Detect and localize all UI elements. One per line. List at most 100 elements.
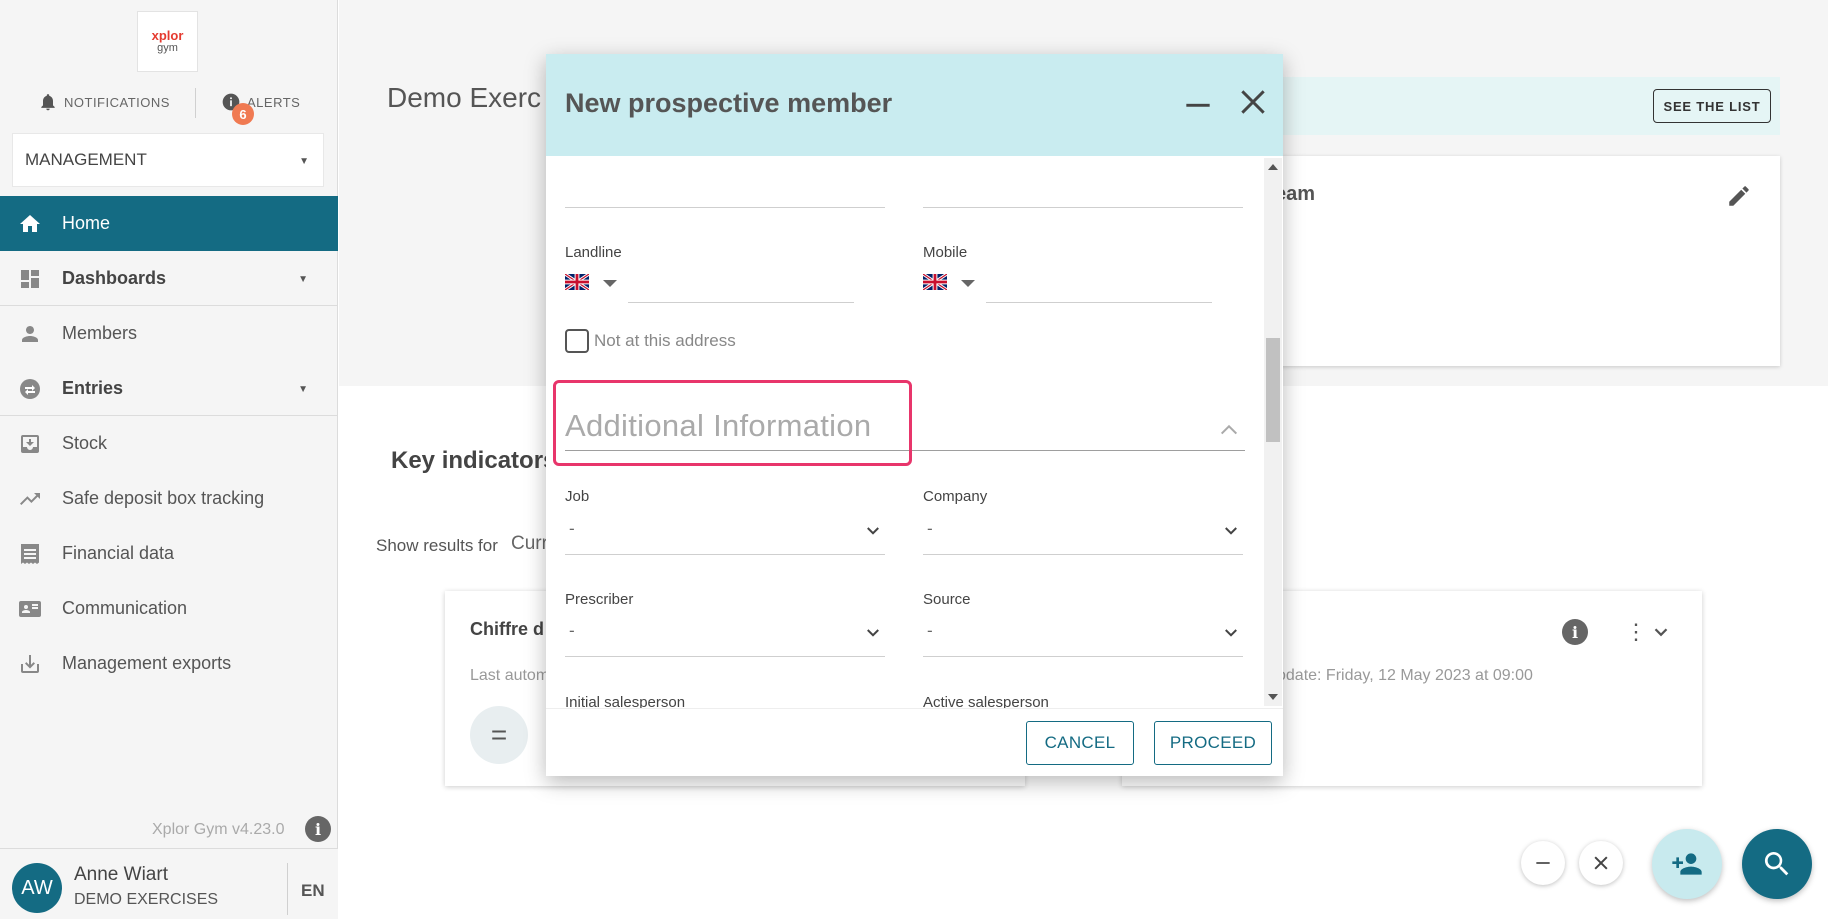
sidebar-item-financial[interactable]: Financial data	[0, 526, 338, 581]
sidebar-item-communication[interactable]: Communication	[0, 581, 338, 636]
pencil-icon[interactable]	[1726, 183, 1752, 209]
job-select[interactable]: -	[569, 519, 575, 539]
info-icon[interactable]: i	[1562, 619, 1588, 645]
contact-card-icon	[19, 601, 41, 617]
caret-down-icon[interactable]	[603, 280, 617, 287]
trending-icon	[20, 493, 40, 505]
user-bar-divider	[287, 863, 288, 915]
minimize-all-button[interactable]	[1521, 841, 1565, 885]
xplor-gym-logo[interactable]: xplor gym	[137, 11, 198, 72]
prescriber-underline	[565, 656, 885, 657]
download-icon	[21, 655, 39, 673]
user-name: Anne Wiart	[74, 864, 168, 885]
landline-label: Landline	[565, 244, 622, 261]
sidebar-item-exports[interactable]: Management exports	[0, 636, 338, 691]
notification-divider	[195, 88, 196, 118]
management-select[interactable]: MANAGEMENT ▼	[12, 133, 324, 187]
see-the-list-button[interactable]: SEE THE LIST	[1653, 89, 1771, 123]
uk-flag-icon[interactable]	[565, 274, 589, 290]
page-title: Demo Exerc	[387, 82, 542, 113]
field-underline	[565, 207, 885, 208]
sidebar-item-safe-deposit[interactable]: Safe deposit box tracking	[0, 471, 338, 526]
company-underline	[923, 554, 1243, 555]
search-icon	[1764, 852, 1789, 876]
search-button[interactable]	[1742, 829, 1812, 899]
proceed-button[interactable]: PROCEED	[1154, 721, 1272, 765]
add-member-button[interactable]	[1652, 829, 1722, 899]
modal-header: New prospective member	[546, 54, 1283, 156]
prescriber-select[interactable]: -	[569, 621, 575, 641]
modal-scrollbar-thumb[interactable]	[1266, 338, 1280, 442]
minus-icon	[1536, 862, 1550, 864]
sidebar-item-dashboards[interactable]: Dashboards ▼	[0, 251, 338, 306]
not-at-address-checkbox[interactable]	[565, 329, 589, 353]
user-bar: AW Anne Wiart DEMO EXERCISES EN	[0, 848, 338, 919]
sidebar-item-stock[interactable]: Stock	[0, 416, 338, 471]
close-all-button[interactable]	[1579, 841, 1623, 885]
indicator-card-subtitle: odate: Friday, 12 May 2023 at 09:00	[1277, 667, 1533, 684]
job-underline	[565, 554, 885, 555]
sidebar-nav: Home Dashboards ▼ Members Entries ▼ Stoc…	[0, 196, 338, 691]
home-icon	[20, 215, 40, 232]
chevron-down-icon[interactable]	[864, 626, 882, 640]
entries-icon	[20, 379, 40, 399]
minimize-icon[interactable]	[1184, 91, 1212, 119]
scroll-down-arrow-icon[interactable]	[1268, 694, 1278, 700]
source-label: Source	[923, 591, 971, 608]
mobile-label: Mobile	[923, 244, 968, 261]
job-label: Job	[565, 488, 590, 505]
dashboard-icon	[21, 270, 39, 288]
user-organization: DEMO EXERCISES	[74, 891, 219, 908]
alerts-label: ALERTS	[247, 94, 301, 110]
not-at-address-label: Not at this address	[594, 331, 736, 350]
logo-text-gym: gym	[157, 42, 178, 54]
language-switch[interactable]: EN	[301, 881, 325, 901]
sidebar-item-label: Stock	[62, 433, 108, 453]
person-add-icon	[1672, 853, 1702, 875]
landline-input[interactable]	[628, 302, 854, 303]
receipt-icon	[21, 544, 39, 564]
app-version: Xplor Gym v4.23.0	[152, 821, 285, 838]
caret-down-icon[interactable]	[961, 280, 975, 287]
notifications-button[interactable]: NOTIFICATIONS	[38, 92, 170, 112]
chevron-down-icon[interactable]	[1222, 626, 1240, 640]
sidebar-item-label: Dashboards	[62, 267, 167, 288]
alerts-count-badge: 6	[232, 103, 254, 125]
caret-down-icon: ▼	[299, 156, 309, 167]
uk-flag-icon[interactable]	[923, 274, 947, 290]
sidebar: xplor gym NOTIFICATIONS ALERTS 6 MANAGEM…	[0, 0, 338, 919]
notification-bar: NOTIFICATIONS ALERTS	[0, 88, 338, 118]
indicator-card-title: Chiffre d	[470, 619, 544, 639]
notifications-label: NOTIFICATIONS	[64, 94, 170, 110]
chevron-up-icon[interactable]	[1218, 420, 1240, 438]
sidebar-item-entries[interactable]: Entries ▼	[0, 361, 338, 416]
company-label: Company	[923, 488, 988, 505]
person-icon	[22, 326, 38, 342]
close-icon[interactable]	[1237, 86, 1269, 118]
chevron-down-icon[interactable]	[1222, 524, 1240, 538]
highlight-box	[553, 380, 912, 466]
field-underline	[923, 207, 1243, 208]
cancel-button[interactable]: CANCEL	[1026, 721, 1134, 765]
bell-icon	[41, 94, 55, 111]
chevron-down-icon[interactable]	[1650, 621, 1672, 643]
sidebar-item-label: Communication	[62, 598, 188, 618]
sidebar-item-label: Safe deposit box tracking	[62, 488, 265, 508]
more-vert-icon[interactable]: ⋮	[1625, 618, 1647, 646]
sidebar-item-label: Financial data	[62, 543, 175, 563]
company-select[interactable]: -	[927, 519, 933, 539]
sidebar-item-label: Management exports	[62, 653, 232, 673]
sidebar-item-home[interactable]: Home	[0, 196, 338, 251]
chevron-down-icon[interactable]	[864, 524, 882, 538]
new-prospect-modal: New prospective member Landline Mobile N…	[546, 54, 1283, 776]
source-underline	[923, 656, 1243, 657]
show-results-label: Show results for	[376, 536, 498, 555]
source-select[interactable]: -	[927, 621, 933, 641]
avatar[interactable]: AW	[12, 863, 62, 913]
scroll-up-arrow-icon[interactable]	[1268, 164, 1278, 170]
sidebar-item-members[interactable]: Members	[0, 306, 338, 361]
info-icon[interactable]: i	[305, 816, 331, 842]
modal-title: New prospective member	[565, 88, 893, 118]
show-results-select[interactable]: Curr	[511, 533, 548, 555]
mobile-input[interactable]	[986, 302, 1212, 303]
